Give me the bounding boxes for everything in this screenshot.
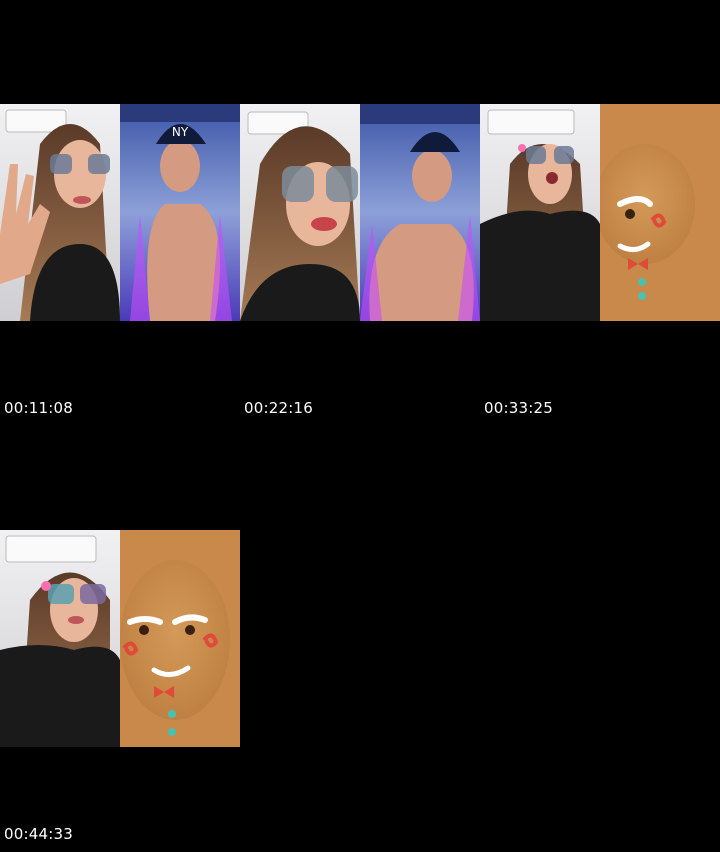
gingerbread-frame [600, 104, 720, 321]
timestamp-label: 00:11:08 [4, 399, 73, 417]
thumbnail-image[interactable]: NY [0, 104, 240, 321]
woman-frame [480, 104, 600, 321]
gingerbread-frame [120, 530, 240, 747]
woman-frame [0, 530, 120, 747]
timestamp-label: 00:44:33 [4, 825, 73, 843]
svg-text:NY: NY [172, 125, 189, 139]
thumbnail-image[interactable] [480, 104, 720, 321]
man-frame: NY [120, 104, 240, 321]
man-frame [360, 104, 480, 321]
woman-frame [0, 104, 120, 321]
thumbnail-image[interactable] [240, 104, 480, 321]
woman-frame [240, 104, 360, 321]
timestamp-label: 00:22:16 [244, 399, 313, 417]
timestamp-label: 00:33:25 [484, 399, 553, 417]
thumbnail-image[interactable] [0, 530, 240, 747]
